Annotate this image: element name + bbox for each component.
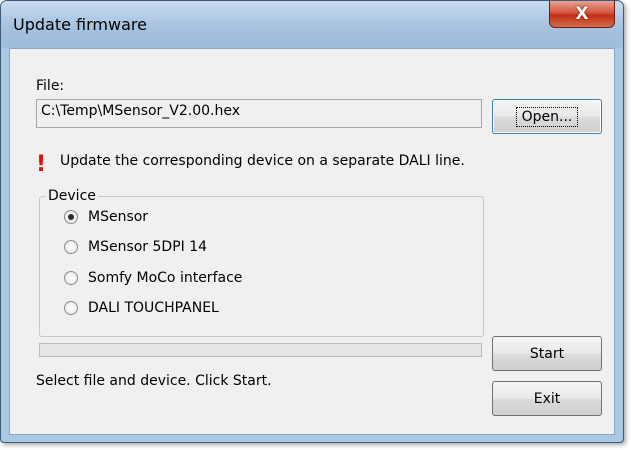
exit-button-label: Exit xyxy=(533,390,561,407)
device-option-label: MSensor xyxy=(88,209,149,225)
device-option-msensor-5dpi-14[interactable]: MSensor 5DPI 14 xyxy=(64,239,207,255)
device-option-msensor[interactable]: MSensor xyxy=(64,209,148,225)
close-button[interactable]: X xyxy=(549,1,615,28)
radio-unchecked-icon[interactable] xyxy=(64,240,78,254)
file-label: File: xyxy=(36,78,65,94)
start-button-label: Start xyxy=(529,345,565,362)
radio-checked-icon[interactable] xyxy=(64,210,78,224)
device-option-label: MSensor 5DPI 14 xyxy=(88,239,208,255)
update-firmware-dialog: Update firmware X File: C:\Temp\MSensor_… xyxy=(0,0,624,443)
radio-unchecked-icon[interactable] xyxy=(64,271,78,285)
open-button[interactable]: Open... xyxy=(492,99,602,134)
exit-button[interactable]: Exit xyxy=(492,381,602,416)
start-button[interactable]: Start xyxy=(492,336,602,371)
title-bar[interactable]: Update firmware X xyxy=(1,1,623,48)
device-option-label: Somfy MoCo interface xyxy=(88,270,243,286)
device-option-label: DALI TOUCHPANEL xyxy=(88,300,219,316)
progress-bar xyxy=(39,343,482,357)
status-text: Select file and device. Click Start. xyxy=(36,373,272,389)
file-path-field[interactable]: C:\Temp\MSensor_V2.00.hex xyxy=(36,99,482,128)
device-option-dali-touchpanel[interactable]: DALI TOUCHPANEL xyxy=(64,300,219,316)
close-icon: X xyxy=(575,4,589,24)
device-option-somfy-moco-interface[interactable]: Somfy MoCo interface xyxy=(64,270,242,286)
device-group-label: Device xyxy=(46,188,98,204)
warning-message: Update the corresponding device on a sep… xyxy=(60,153,465,169)
radio-unchecked-icon[interactable] xyxy=(64,301,78,315)
window-title: Update firmware xyxy=(13,15,147,34)
exclamation-icon: ! xyxy=(36,152,47,177)
open-button-label: Open... xyxy=(515,106,579,127)
file-path-value: C:\Temp\MSensor_V2.00.hex xyxy=(41,103,241,119)
dialog-body: File: C:\Temp\MSensor_V2.00.hex Open... … xyxy=(9,48,615,435)
